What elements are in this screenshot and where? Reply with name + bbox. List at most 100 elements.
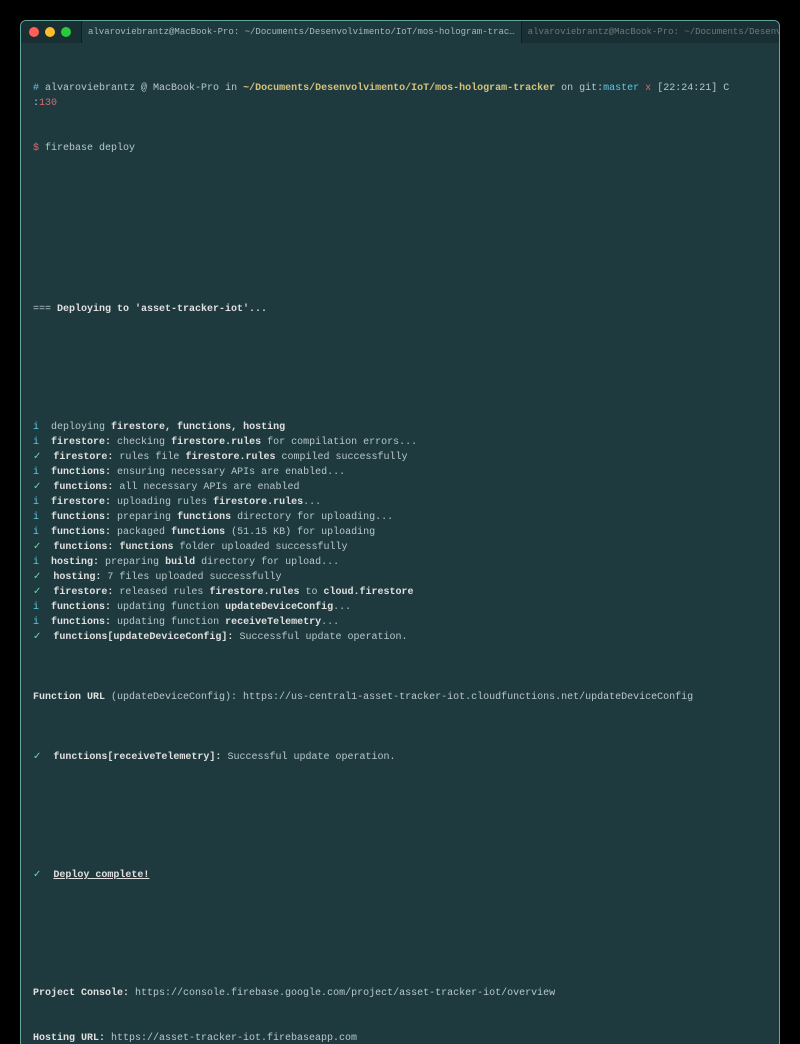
deploy-complete-line: ✓ Deploy complete! [33,868,767,883]
log-label: firestore: [51,437,111,448]
minimize-icon[interactable] [45,27,55,37]
log-text: ... [321,617,339,628]
log-label: functions: [51,467,111,478]
terminal-content[interactable]: # alvaroviebrantz @ MacBook-Pro in ~/Doc… [21,43,779,1044]
log-line: i functions: ensuring necessary APIs are… [33,465,767,480]
prompt-user: alvaroviebrantz [45,83,135,94]
prompt-dollar: $ [33,143,45,154]
log-label: functions[receiveTelemetry]: [53,752,221,763]
prompt-on: on git: [555,83,603,94]
log-text: checking [111,437,171,448]
tab-2[interactable]: alvaroviebrantz@MacBook-Pro: ~/Documents… [521,21,780,43]
log-text: for compilation errors... [261,437,417,448]
log-line: i functions: updating function receiveTe… [33,615,767,630]
log-line: i hosting: preparing build directory for… [33,555,767,570]
log-bold: functions [177,512,231,523]
deploy-target: Deploying to 'asset-tracker-iot'... [57,304,267,315]
log-text: to [299,587,323,598]
log-line: ✓ firestore: rules file firestore.rules … [33,450,767,465]
prompt-host: MacBook-Pro [153,83,219,94]
log-text: folder uploaded successfully [173,542,347,553]
prompt-code: 130 [39,98,57,109]
log-label: functions: [51,512,111,523]
deploy-complete-text: Deploy complete! [53,870,149,881]
maximize-icon[interactable] [61,27,71,37]
prompt-at: @ [135,83,153,94]
log-text: (51.15 KB) for uploading [225,527,375,538]
prompt-path: ~/Documents/Desenvolvimento/IoT/mos-holo… [243,83,555,94]
close-icon[interactable] [29,27,39,37]
prompt-branch: master [603,83,639,94]
log-text: directory for upload... [195,557,339,568]
window-controls [29,27,71,37]
hosting-url-line: Hosting URL: https://asset-tracker-iot.f… [33,1031,767,1044]
command-text: firebase deploy [45,143,135,154]
log-bold: firestore.rules [171,437,261,448]
check-icon: ✓ [33,870,41,881]
log-text: rules file [113,452,185,463]
log-text: packaged [111,527,171,538]
log-bold: functions [171,527,225,538]
log-label: hosting: [51,557,99,568]
log-line: ✓ functions[receiveTelemetry]: Successfu… [33,750,767,765]
log-bold: build [165,557,195,568]
prompt-line: # alvaroviebrantz @ MacBook-Pro in ~/Doc… [33,81,767,111]
log-line: i deploying firestore, functions, hostin… [33,420,767,435]
hosting-url-label: Hosting URL: [33,1033,111,1044]
function-url-label: Function URL [33,692,111,703]
log-text: 7 files uploaded successfully [101,572,281,583]
project-console-url: https://console.firebase.google.com/proj… [135,988,555,999]
prompt-time: [22:24:21] [657,83,723,94]
log-bold: receiveTelemetry [225,617,321,628]
log-text: ensuring necessary APIs are enabled... [111,467,345,478]
log-line: i functions: updating function updateDev… [33,600,767,615]
prompt-in: in [219,83,243,94]
log-bold: updateDeviceConfig [225,602,333,613]
log-bold: functions [119,542,173,553]
log-label: functions: [51,602,111,613]
log-label: functions[updateDeviceConfig]: [53,632,233,643]
deploy-header: === Deploying to 'asset-tracker-iot'... [33,302,767,317]
tab-1[interactable]: alvaroviebrantz@MacBook-Pro: ~/Documents… [81,21,521,43]
log-line: i firestore: uploading rules firestore.r… [33,495,767,510]
hosting-url: https://asset-tracker-iot.firebaseapp.co… [111,1033,357,1044]
project-console-line: Project Console: https://console.firebas… [33,986,767,1001]
log-line: ✓ functions[updateDeviceConfig]: Success… [33,630,767,645]
log-label: firestore: [51,497,111,508]
log-bold: firestore.rules [209,587,299,598]
log-text: compiled successfully [275,452,407,463]
log-text: ... [333,602,351,613]
titlebar: alvaroviebrantz@MacBook-Pro: ~/Documents… [21,21,779,43]
deploy-prefix: === [33,304,57,315]
log-text: all necessary APIs are enabled [113,482,299,493]
terminal-window: alvaroviebrantz@MacBook-Pro: ~/Documents… [20,20,780,1044]
log-text: preparing [99,557,165,568]
log-label: functions: [53,542,113,553]
log-line: ✓ hosting: 7 files uploaded successfully [33,570,767,585]
function-url-paren: (updateDeviceConfig): [111,692,243,703]
log-label: functions: [51,617,111,628]
log-text: updating function [111,602,225,613]
project-console-label: Project Console: [33,988,135,999]
check-icon: ✓ [33,572,41,583]
log-text: uploading rules [111,497,213,508]
log-text: released rules [113,587,209,598]
log-label: functions: [51,527,111,538]
log-text: deploying [51,422,111,433]
function-url-line: Function URL (updateDeviceConfig): https… [33,690,767,705]
log-text: updating function [111,617,225,628]
log-text: ... [303,497,321,508]
log-line: ✓ firestore: released rules firestore.ru… [33,585,767,600]
log-line: ✓ functions: all necessary APIs are enab… [33,480,767,495]
log-bold: cloud.firestore [323,587,413,598]
log-label: hosting: [53,572,101,583]
log-bold: firestore.rules [185,452,275,463]
log-bold: firestore, functions, hosting [111,422,285,433]
log-label: functions: [53,482,113,493]
log-label: firestore: [53,587,113,598]
log-line: i functions: preparing functions directo… [33,510,767,525]
log-label: firestore: [53,452,113,463]
command-line: $ firebase deploy [33,141,767,156]
log-bold: firestore.rules [213,497,303,508]
prompt-flag: x [639,83,657,94]
